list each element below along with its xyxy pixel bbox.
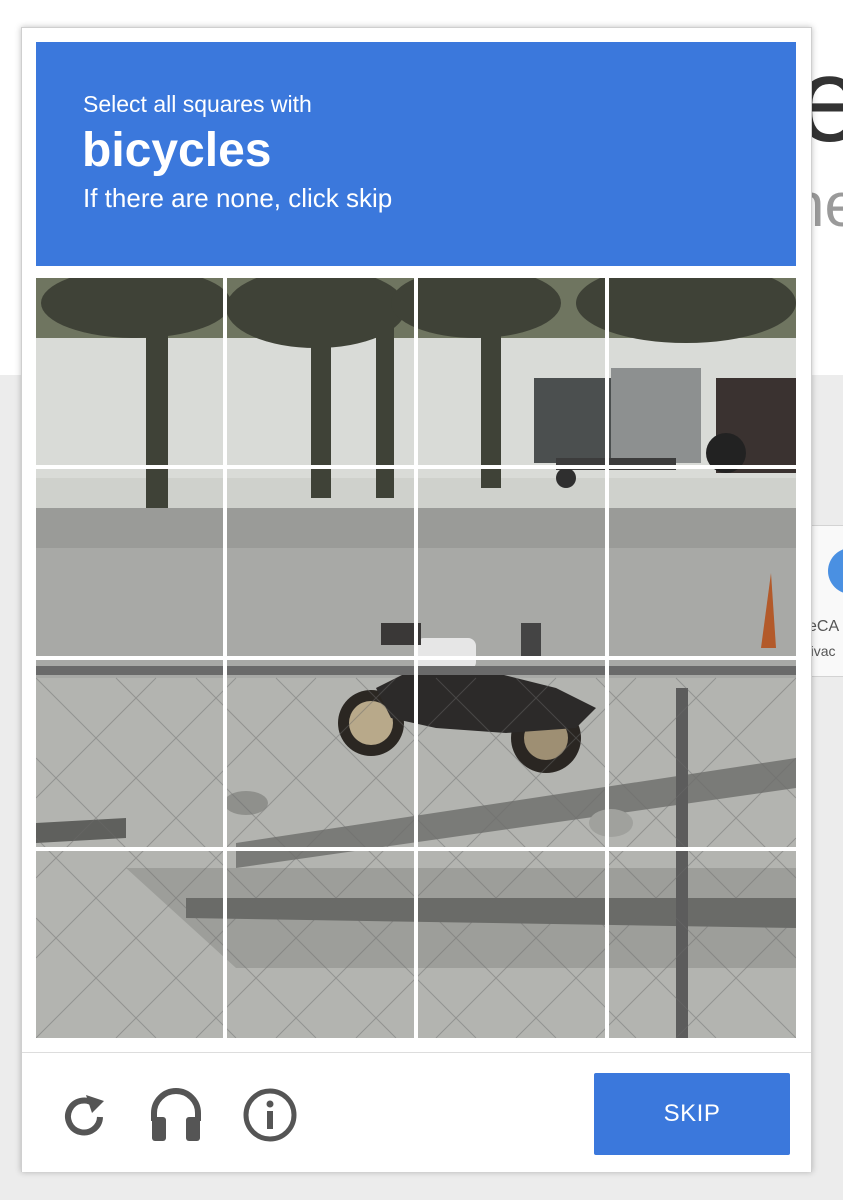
grid-tile-r3-c4[interactable] — [608, 659, 794, 845]
grid-divider — [36, 847, 796, 851]
grid-divider — [36, 465, 796, 469]
grid-tile-r1-c3[interactable] — [417, 278, 603, 464]
captcha-image-grid — [36, 278, 796, 1038]
captcha-footer: SKIP — [22, 1052, 811, 1172]
grid-tile-r3-c3[interactable] — [417, 659, 603, 845]
target-object-text: bicycles — [82, 124, 272, 177]
captcha-header: Select all squares with bicycles If ther… — [36, 42, 796, 266]
page: e ne eCA rivac Select all squares with b… — [0, 0, 843, 1200]
grid-tile-r4-c3[interactable] — [417, 850, 603, 1036]
skip-hint-text: If there are none, click skip — [83, 183, 393, 213]
background-recaptcha-label: eCA — [808, 618, 840, 635]
grid-tile-r2-c3[interactable] — [417, 468, 603, 654]
grid-tile-r3-c2[interactable] — [226, 659, 412, 845]
headphones-icon[interactable] — [148, 1085, 204, 1141]
grid-tile-r1-c1[interactable] — [36, 278, 222, 464]
instruction-text: Select all squares with — [83, 91, 312, 117]
grid-tile-r1-c4[interactable] — [608, 278, 794, 464]
grid-tile-r3-c1[interactable] — [36, 659, 222, 845]
grid-tile-r4-c2[interactable] — [226, 850, 412, 1036]
grid-tile-r2-c1[interactable] — [36, 468, 222, 654]
grid-tile-r2-c4[interactable] — [608, 468, 794, 654]
skip-button[interactable]: SKIP — [594, 1073, 790, 1155]
grid-divider — [36, 656, 796, 660]
grid-tile-r1-c2[interactable] — [226, 278, 412, 464]
grid-tile-r4-c4[interactable] — [608, 850, 794, 1036]
info-icon[interactable] — [242, 1087, 298, 1143]
reload-icon[interactable] — [56, 1089, 112, 1145]
grid-tile-r4-c1[interactable] — [36, 850, 222, 1036]
captcha-dialog: Select all squares with bicycles If ther… — [21, 27, 812, 1172]
grid-tile-r2-c2[interactable] — [226, 468, 412, 654]
